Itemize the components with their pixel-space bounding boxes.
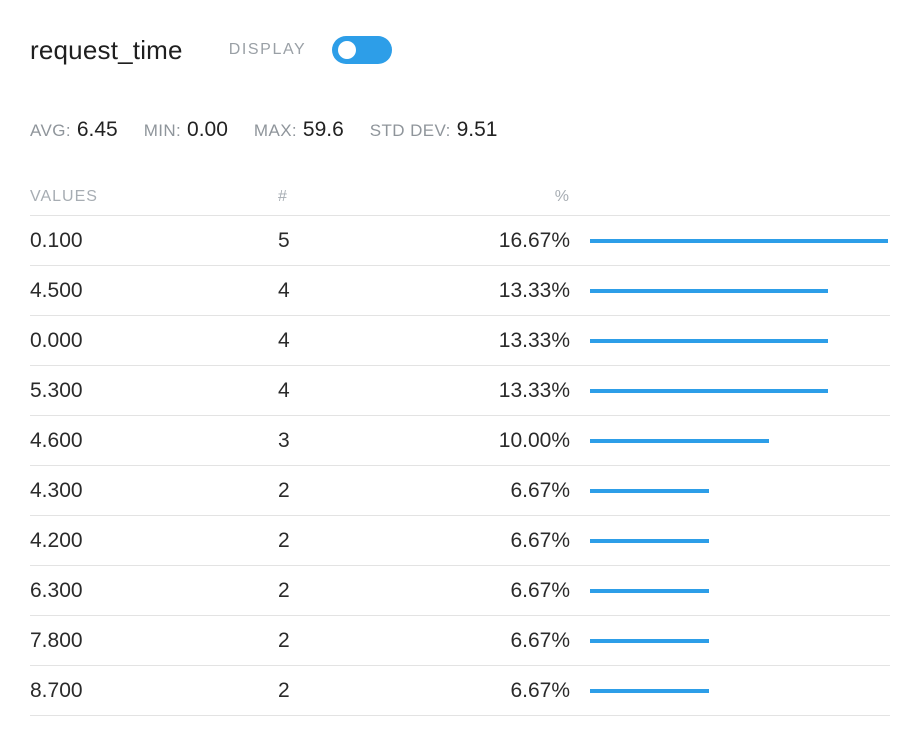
- row-percent: 16.67%: [498, 229, 570, 252]
- table-row[interactable]: 0.100 5 16.67%: [30, 216, 890, 266]
- row-percent-bar: [590, 639, 710, 643]
- table-row[interactable]: 4.300 2 6.67%: [30, 466, 890, 516]
- row-count: 4: [278, 279, 290, 302]
- row-percent-bar: [590, 489, 710, 493]
- column-header-values: VALUES: [30, 188, 98, 205]
- row-bar-track: [590, 339, 888, 343]
- row-count: 4: [278, 329, 290, 352]
- table-header: VALUES # %: [30, 180, 890, 216]
- row-count: 2: [278, 629, 290, 652]
- summary-stats: AVG: 6.45 MIN: 0.00 MAX: 59.6 STD DEV: 9…: [30, 118, 523, 142]
- stat-avg-label: AVG:: [30, 121, 71, 140]
- row-count: 4: [278, 379, 290, 402]
- table-row[interactable]: 6.300 2 6.67%: [30, 566, 890, 616]
- row-count: 2: [278, 529, 290, 552]
- table-row[interactable]: 0.000 4 13.33%: [30, 316, 890, 366]
- row-percent: 10.00%: [498, 429, 570, 452]
- row-percent-bar: [590, 539, 710, 543]
- stat-avg-value: 6.45: [76, 118, 118, 141]
- table-row[interactable]: 4.600 3 10.00%: [30, 416, 890, 466]
- row-value: 8.700: [30, 679, 83, 702]
- row-percent-bar: [590, 689, 710, 693]
- stat-min-value: 0.00: [187, 118, 228, 141]
- row-percent: 13.33%: [498, 279, 570, 302]
- row-percent: 6.67%: [510, 579, 570, 602]
- row-count: 2: [278, 479, 290, 502]
- row-percent-bar: [590, 339, 829, 343]
- row-value: 7.800: [30, 629, 83, 652]
- row-value: 4.500: [30, 279, 83, 302]
- row-value: 4.300: [30, 479, 83, 502]
- row-count: 2: [278, 579, 290, 602]
- row-percent-bar: [590, 589, 710, 593]
- row-bar-track: [590, 539, 888, 543]
- table-row[interactable]: 8.700 2 6.67%: [30, 666, 890, 716]
- row-percent: 6.67%: [510, 479, 570, 502]
- row-bar-track: [590, 639, 888, 643]
- row-bar-track: [590, 389, 888, 393]
- row-value: 4.600: [30, 429, 83, 452]
- row-percent-bar: [590, 239, 888, 243]
- table-row[interactable]: 4.200 2 6.67%: [30, 516, 890, 566]
- row-value: 0.100: [30, 229, 83, 252]
- display-label: DISPLAY: [228, 41, 307, 58]
- stat-std-dev-label: STD DEV:: [369, 121, 451, 140]
- table-row[interactable]: 5.300 4 13.33%: [30, 366, 890, 416]
- row-bar-track: [590, 289, 888, 293]
- table-row[interactable]: 4.500 4 13.33%: [30, 266, 890, 316]
- row-percent: 13.33%: [498, 379, 570, 402]
- row-bar-track: [590, 239, 888, 243]
- row-bar-track: [590, 689, 888, 693]
- field-header: request_time DISPLAY: [30, 30, 393, 70]
- row-value: 4.200: [30, 529, 83, 552]
- row-percent-bar: [590, 439, 769, 443]
- row-bar-track: [590, 439, 888, 443]
- row-percent: 6.67%: [510, 529, 570, 552]
- column-header-percent: %: [554, 188, 570, 205]
- field-title: request_time: [30, 34, 183, 65]
- row-count: 5: [278, 229, 290, 252]
- row-percent: 6.67%: [510, 629, 570, 652]
- row-value: 0.000: [30, 329, 83, 352]
- table-row[interactable]: 7.800 2 6.67%: [30, 616, 890, 666]
- stat-min: MIN: 0.00: [144, 118, 228, 142]
- row-percent: 6.67%: [510, 679, 570, 702]
- stat-max: MAX: 59.6: [254, 118, 344, 142]
- stat-max-value: 59.6: [302, 118, 344, 141]
- stat-min-label: MIN:: [143, 121, 182, 140]
- row-value: 5.300: [30, 379, 83, 402]
- row-count: 3: [278, 429, 290, 452]
- row-bar-track: [590, 589, 888, 593]
- row-bar-track: [590, 489, 888, 493]
- row-percent-bar: [590, 389, 829, 393]
- column-header-count: #: [278, 188, 288, 205]
- stat-max-label: MAX:: [253, 121, 298, 140]
- stat-std-dev: STD DEV: 9.51: [370, 118, 498, 142]
- row-value: 6.300: [30, 579, 83, 602]
- row-percent: 13.33%: [498, 329, 570, 352]
- row-count: 2: [278, 679, 290, 702]
- toggle-knob: [338, 41, 357, 59]
- stat-avg: AVG: 6.45: [30, 118, 118, 142]
- row-percent-bar: [590, 289, 829, 293]
- value-distribution-table: VALUES # % 0.100 5 16.67% 4.500 4 13.33% 0.000…: [30, 180, 890, 716]
- table-body: 0.100 5 16.67% 4.500 4 13.33% 0.000 4 13.33% 5.30…: [30, 216, 890, 716]
- stat-std-dev-value: 9.51: [456, 118, 498, 141]
- display-toggle[interactable]: [332, 36, 393, 64]
